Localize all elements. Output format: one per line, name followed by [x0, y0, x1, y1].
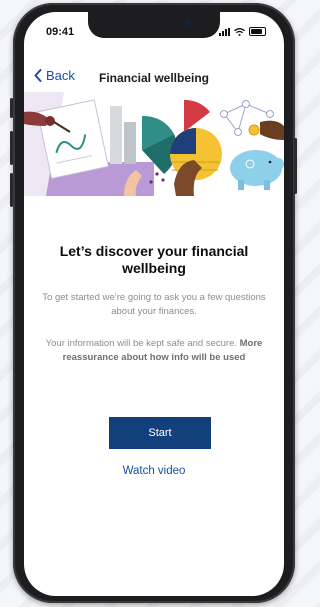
- signal-icon: [219, 27, 230, 36]
- app-screen: 09:41 Back Financial wellbeing Let’s dis…: [24, 12, 284, 596]
- nav-bar: Back Financial wellbeing: [24, 68, 284, 92]
- volume-down-button: [10, 173, 13, 207]
- intro-text: To get started we’re going to ask you a …: [42, 292, 266, 317]
- battery-icon: [249, 27, 266, 36]
- status-time: 09:41: [46, 26, 75, 38]
- power-button: [294, 138, 297, 194]
- start-button[interactable]: Start: [109, 417, 211, 449]
- silent-switch: [10, 98, 13, 118]
- hero-illustration: [24, 92, 284, 196]
- reassurance-text: Your information will be kept safe and s…: [45, 338, 237, 349]
- page-title: Financial wellbeing: [98, 71, 210, 85]
- main-headline: Let’s discover your financial wellbeing: [59, 243, 249, 276]
- reassurance-paragraph: Your information will be kept safe and s…: [38, 337, 270, 365]
- notch: [88, 12, 220, 38]
- watch-video-link[interactable]: Watch video: [24, 465, 284, 477]
- wifi-icon: [234, 27, 245, 36]
- front-camera: [184, 19, 191, 26]
- status-icons: [219, 27, 266, 36]
- volume-up-button: [10, 131, 13, 165]
